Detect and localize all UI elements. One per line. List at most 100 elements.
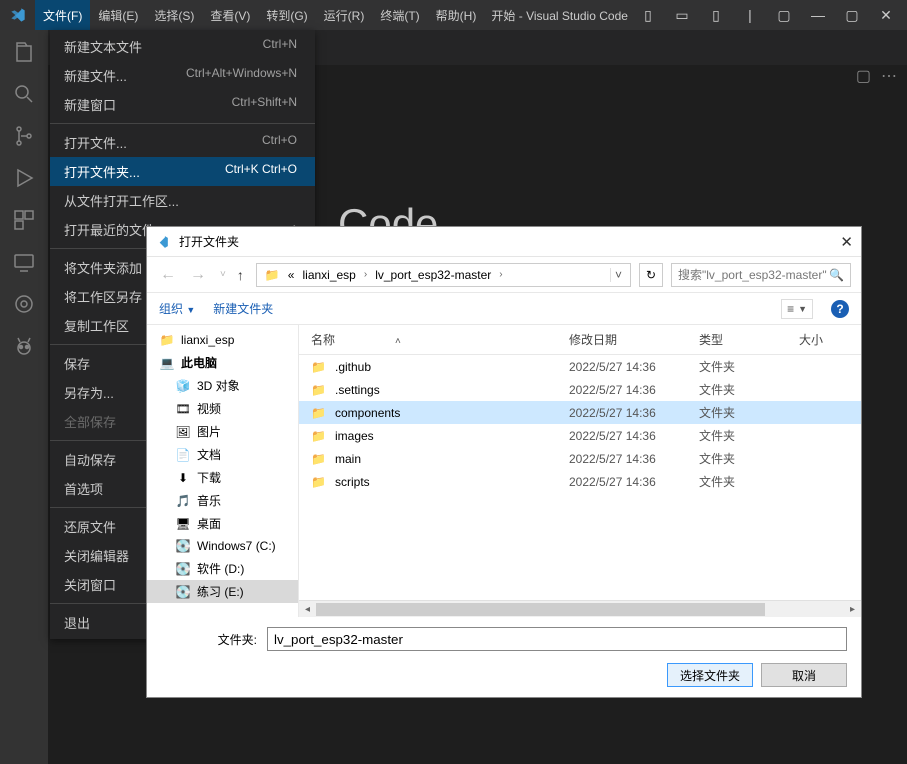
chevron-right-icon: › — [495, 269, 506, 280]
file-row[interactable]: 📁components2022/5/27 14:36文件夹 — [299, 401, 861, 424]
dialog-titlebar: 打开文件夹 ✕ — [147, 227, 861, 257]
organize-menu[interactable]: 组织 ▼ — [159, 300, 195, 317]
source-control-icon[interactable] — [12, 124, 36, 148]
layout-icon[interactable]: ▢ — [771, 7, 797, 24]
pc-icon: 💻 — [159, 355, 175, 371]
dialog-body: 📁lianxi_esp💻此电脑🧊3D 对象🎞视频🖼图片📄文档⬇下载🎵音乐🖥桌面💽… — [147, 325, 861, 617]
layout-icon[interactable]: ▭ — [669, 7, 695, 24]
menu-view[interactable]: 查看(V) — [202, 0, 258, 30]
music-icon: 🎵 — [175, 493, 191, 509]
foldername-input[interactable] — [267, 627, 847, 651]
menu-file[interactable]: 文件(F) — [35, 0, 90, 30]
close-icon[interactable]: ✕ — [823, 233, 853, 251]
menu-select[interactable]: 选择(S) — [146, 0, 202, 30]
back-icon[interactable]: ← — [157, 266, 179, 284]
vscode-logo-icon — [0, 7, 35, 23]
file-menu-item[interactable]: 打开文件...Ctrl+O — [50, 128, 315, 157]
folder-icon: 📁 — [311, 360, 329, 374]
tree-item[interactable]: 🎵音乐 — [147, 489, 298, 512]
menu-run[interactable]: 运行(R) — [316, 0, 373, 30]
tree-item[interactable]: 🧊3D 对象 — [147, 374, 298, 397]
tree-item[interactable]: 📄文档 — [147, 443, 298, 466]
file-menu-item[interactable]: 新建窗口Ctrl+Shift+N — [50, 90, 315, 119]
select-folder-button[interactable]: 选择文件夹 — [667, 663, 753, 687]
search-placeholder: 搜索"lv_port_esp32-master" — [678, 266, 827, 283]
tree-item[interactable]: 🖼图片 — [147, 420, 298, 443]
tree-item[interactable]: 💽软件 (D:) — [147, 557, 298, 580]
platformio-icon[interactable] — [12, 334, 36, 358]
more-icon[interactable]: ⋯ — [881, 66, 897, 86]
file-row[interactable]: 📁.github2022/5/27 14:36文件夹 — [299, 355, 861, 378]
dialog-nav: ← → ˅ ↑ 📁 « lianxi_esp › lv_port_esp32-m… — [147, 257, 861, 293]
breadcrumb-item[interactable]: lv_port_esp32-master — [371, 268, 495, 282]
menu-help[interactable]: 帮助(H) — [428, 0, 485, 30]
video-icon: 🎞 — [175, 401, 191, 417]
recent-dropdown-icon[interactable]: ˅ — [217, 269, 229, 280]
menu-go[interactable]: 转到(G) — [258, 0, 315, 30]
tree-item[interactable]: 🖥桌面 — [147, 512, 298, 535]
minimize-icon[interactable]: — — [805, 7, 831, 23]
tree-item[interactable]: 💽Windows7 (C:) — [147, 535, 298, 557]
view-options[interactable]: ≡ ▼ — [781, 299, 813, 319]
folder-icon: 📁 — [311, 475, 329, 489]
open-folder-dialog: 打开文件夹 ✕ ← → ˅ ↑ 📁 « lianxi_esp › lv_port… — [146, 226, 862, 698]
menubar: 文件(F) 编辑(E) 选择(S) 查看(V) 转到(G) 运行(R) 终端(T… — [35, 0, 484, 30]
desktop-icon: 🖥 — [175, 516, 191, 532]
remote-icon[interactable] — [12, 250, 36, 274]
drive-icon: 💽 — [175, 561, 191, 577]
file-row[interactable]: 📁scripts2022/5/27 14:36文件夹 — [299, 470, 861, 493]
file-menu-item[interactable]: 打开文件夹...Ctrl+K Ctrl+O — [50, 157, 315, 186]
tree-item[interactable]: 🎞视频 — [147, 397, 298, 420]
maximize-icon[interactable]: ▢ — [839, 7, 865, 24]
search-icon[interactable] — [12, 82, 36, 106]
activity-bar — [0, 30, 48, 764]
split-editor-icon[interactable]: ▢ — [856, 66, 871, 86]
download-icon: ⬇ — [175, 470, 191, 486]
scrollbar-track[interactable] — [316, 601, 844, 617]
file-list-header[interactable]: 名称˄ 修改日期 类型 大小 — [299, 325, 861, 355]
refresh-icon[interactable]: ↻ — [639, 263, 663, 287]
scroll-right-icon[interactable]: ▸ — [844, 604, 861, 615]
breadcrumb-dropdown-icon[interactable]: ˅ — [610, 268, 626, 282]
tree-item[interactable]: 💻此电脑 — [147, 351, 298, 374]
dialog-title: 打开文件夹 — [179, 233, 823, 250]
tree-item[interactable]: ⬇下载 — [147, 466, 298, 489]
dialog-bottom: 文件夹: 选择文件夹 取消 — [147, 617, 861, 697]
file-menu-item[interactable]: 从文件打开工作区... — [50, 186, 315, 215]
tree-item[interactable]: 📁lianxi_esp — [147, 329, 298, 351]
file-row[interactable]: 📁images2022/5/27 14:36文件夹 — [299, 424, 861, 447]
breadcrumb-item[interactable]: lianxi_esp — [298, 268, 359, 282]
menu-edit[interactable]: 编辑(E) — [90, 0, 146, 30]
breadcrumb-overflow[interactable]: « — [284, 268, 299, 282]
horizontal-scrollbar[interactable]: ◂ ▸ — [299, 600, 861, 617]
explorer-icon[interactable] — [12, 40, 36, 64]
drive-icon: 💽 — [175, 584, 191, 600]
file-menu-item[interactable]: 新建文本文件Ctrl+N — [50, 32, 315, 61]
tree-item[interactable]: 💽练习 (E:) — [147, 580, 298, 603]
extensions-icon[interactable] — [12, 208, 36, 232]
breadcrumb[interactable]: 📁 « lianxi_esp › lv_port_esp32-master › … — [256, 263, 631, 287]
live-share-icon[interactable] — [12, 292, 36, 316]
layout-icon[interactable]: ▯ — [703, 7, 729, 24]
help-icon[interactable]: ? — [831, 300, 849, 318]
new-folder-button[interactable]: 新建文件夹 — [213, 300, 273, 317]
forward-icon[interactable]: → — [187, 266, 209, 284]
scroll-left-icon[interactable]: ◂ — [299, 604, 316, 615]
search-input[interactable]: 搜索"lv_port_esp32-master" 🔍 — [671, 263, 851, 287]
folder-icon: 📁 — [311, 452, 329, 466]
foldername-label: 文件夹: — [147, 631, 267, 648]
file-row[interactable]: 📁main2022/5/27 14:36文件夹 — [299, 447, 861, 470]
file-menu-item[interactable]: 新建文件...Ctrl+Alt+Windows+N — [50, 61, 315, 90]
cancel-button[interactable]: 取消 — [761, 663, 847, 687]
up-icon[interactable]: ↑ — [237, 267, 244, 283]
image-icon: 🖼 — [175, 424, 191, 440]
layout-icon[interactable]: ▯ — [635, 7, 661, 24]
file-row[interactable]: 📁.settings2022/5/27 14:36文件夹 — [299, 378, 861, 401]
run-debug-icon[interactable] — [12, 166, 36, 190]
vscode-icon — [155, 235, 173, 249]
scrollbar-thumb[interactable] — [316, 603, 765, 616]
menu-terminal[interactable]: 终端(T) — [372, 0, 427, 30]
folder-icon: 📁 — [311, 406, 329, 420]
editor-actions: ▢ ⋯ — [856, 66, 897, 86]
close-icon[interactable]: ✕ — [873, 7, 899, 24]
